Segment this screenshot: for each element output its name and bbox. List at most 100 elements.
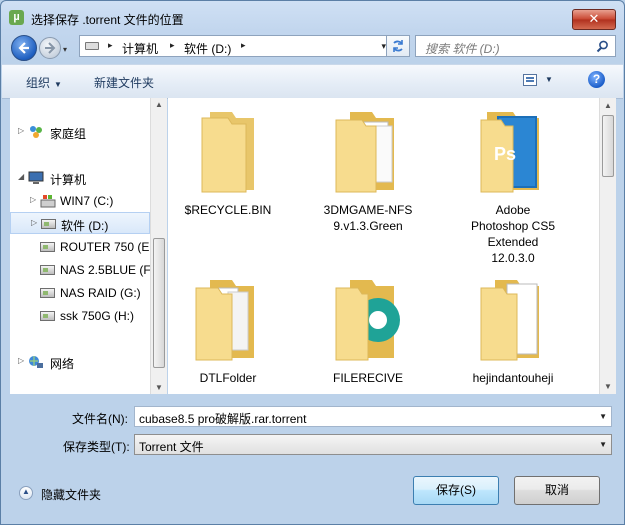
forward-button[interactable] (39, 37, 61, 59)
expand-arrow-icon[interactable]: ▷ (18, 126, 24, 135)
breadcrumb-separator[interactable]: ▸ (241, 40, 246, 51)
navigation-scrollbar[interactable]: ▲ ▼ (150, 98, 167, 394)
new-folder-button[interactable]: 新建文件夹 (94, 74, 154, 91)
expand-arrow-icon[interactable]: ▷ (30, 195, 36, 204)
drive-icon (40, 265, 55, 275)
title-bar: µ 选择保存 .torrent 文件的位置 ✕ (1, 1, 624, 33)
drive-icon (41, 219, 56, 229)
file-label: hejindantouheji (472, 371, 554, 385)
scroll-down-arrow-icon[interactable]: ▼ (155, 383, 163, 392)
windows-drive-icon (40, 195, 56, 208)
nav-label: ssk 750G (H:) (60, 309, 135, 323)
drive-icon (40, 242, 55, 252)
window-title: 选择保存 .torrent 文件的位置 (31, 13, 184, 27)
file-label: Adobe Photoshop CS5 Extended 12.0.3.0 (470, 203, 556, 265)
hide-folders-label: 隐藏文件夹 (41, 488, 102, 502)
drive-icon (40, 311, 55, 321)
nav-label: WIN7 (C:) (60, 194, 114, 208)
file-label: FILERECIVE (332, 371, 404, 385)
breadcrumb-drive-d[interactable]: 软件 (D:) (184, 40, 231, 57)
drive-icon (40, 288, 55, 298)
nav-label: 计算机 (50, 173, 87, 187)
save-button[interactable]: 保存(S) (413, 476, 499, 505)
file-item-filerecive[interactable]: FILERECIVE (303, 266, 433, 394)
scroll-down-arrow-icon[interactable]: ▼ (604, 382, 612, 391)
filetype-label: 保存类型(T): (63, 440, 130, 454)
back-button[interactable] (11, 35, 37, 61)
navigation-pane: ▷ 家庭组 ◢ 计算机 ▷ WIN7 (C:) ▷ 软件 (D:) ROUTER… (10, 98, 150, 394)
file-label: DTLFolder (199, 371, 257, 385)
forward-arrow-icon (45, 42, 56, 54)
folder-icon (201, 112, 254, 193)
breadcrumb-separator[interactable]: ▸ (170, 40, 175, 51)
file-list: $RECYCLE.BIN 3DMGAME-NFS 9.v1.3.Green Ps… (168, 98, 599, 394)
refresh-button[interactable] (386, 35, 410, 57)
file-item-hejindantouheji[interactable]: hejindantouheji (448, 266, 578, 394)
folder-with-documents-icon (195, 280, 254, 361)
breadcrumb-separator[interactable]: ▸ (108, 40, 113, 51)
nav-item-drive-g[interactable]: NAS RAID (G:) (10, 282, 150, 304)
recent-pages-dropdown[interactable]: ▾ (63, 45, 71, 54)
android-folder-icon (335, 280, 400, 361)
nav-item-drive-e[interactable]: ROUTER 750 (E (10, 236, 150, 258)
filetype-value: Torrent 文件 (139, 440, 204, 454)
file-item-dtlfolder[interactable]: DTLFolder (168, 266, 293, 394)
folder-with-documents-icon (480, 280, 539, 361)
navigation-bar: ▾ ▸ 计算机 ▸ 软件 (D:) ▸ ▾ 搜索 软件 (D:) (1, 33, 624, 61)
organize-button[interactable]: 组织 ▼ (26, 74, 62, 91)
nav-item-drive-d[interactable]: ▷ 软件 (D:) (10, 212, 150, 234)
nav-item-computer[interactable]: ◢ 计算机 (10, 167, 150, 189)
file-list-scrollbar[interactable]: ▲ ▼ (599, 98, 616, 394)
filename-dropdown-arrow-icon[interactable]: ▼ (599, 412, 607, 421)
nav-label: 家庭组 (50, 127, 87, 141)
breadcrumb-computer[interactable]: 计算机 (122, 40, 158, 57)
change-view-icon[interactable] (523, 74, 537, 86)
scrollbar-thumb[interactable] (602, 115, 614, 177)
scroll-up-arrow-icon[interactable]: ▲ (155, 100, 163, 109)
file-label: 3DMGAME-NFS 9.v1.3.Green (323, 203, 413, 233)
search-placeholder: 搜索 软件 (D:) (425, 42, 500, 56)
file-item-3dmgame[interactable]: 3DMGAME-NFS 9.v1.3.Green (303, 98, 433, 268)
file-item-adobe-photoshop[interactable]: Ps Adobe Photoshop CS5 Extended 12.0.3.0 (448, 98, 578, 268)
nav-item-drive-f[interactable]: NAS 2.5BLUE (F (10, 259, 150, 281)
nav-label: NAS RAID (G:) (60, 286, 141, 300)
network-icon (29, 356, 43, 368)
computer-icon (28, 171, 44, 184)
filename-label: 文件名(N): (72, 412, 128, 426)
filetype-dropdown-arrow-icon[interactable]: ▼ (599, 440, 607, 449)
nav-item-drive-h[interactable]: ssk 750G (H:) (10, 305, 150, 327)
filename-value: cubase8.5 pro破解版.rar.torrent (139, 412, 307, 426)
save-dialog: µ 选择保存 .torrent 文件的位置 ✕ ▾ ▸ 计算机 ▸ 软件 (D:… (0, 0, 625, 525)
back-arrow-icon (18, 42, 29, 54)
utorrent-app-icon: µ (9, 10, 24, 25)
refresh-icon (393, 40, 403, 52)
collapse-glyph: ▲ (22, 487, 30, 496)
organize-label: 组织 (26, 76, 51, 90)
expand-arrow-icon[interactable]: ▷ (31, 218, 37, 227)
nav-label: ROUTER 750 (E (60, 240, 150, 254)
nav-item-homegroup[interactable]: ▷ 家庭组 (10, 121, 150, 143)
search-box[interactable]: 搜索 软件 (D:) (415, 35, 616, 57)
cancel-button[interactable]: 取消 (514, 476, 600, 505)
collapse-arrow-icon[interactable]: ◢ (18, 172, 24, 181)
scrollbar-thumb[interactable] (153, 238, 165, 368)
help-button[interactable]: ? (588, 71, 605, 88)
filetype-select[interactable]: Torrent 文件 ▼ (134, 434, 612, 455)
scroll-up-arrow-icon[interactable]: ▲ (604, 101, 612, 110)
expand-arrow-icon[interactable]: ▷ (18, 356, 24, 365)
organize-caret-icon: ▼ (54, 80, 62, 89)
nav-item-network[interactable]: ▷ 网络 (10, 351, 150, 373)
nav-label: NAS 2.5BLUE (F (60, 263, 150, 277)
search-icon[interactable] (596, 40, 609, 53)
close-button[interactable]: ✕ (572, 9, 616, 30)
homegroup-icon (30, 126, 42, 138)
folder-with-documents-icon (335, 112, 394, 193)
drive-icon (85, 42, 99, 50)
nav-item-drive-c[interactable]: ▷ WIN7 (C:) (10, 190, 150, 212)
view-options-caret-icon[interactable]: ▼ (545, 75, 553, 84)
file-item-recycle-bin[interactable]: $RECYCLE.BIN (168, 98, 293, 268)
filename-input[interactable]: cubase8.5 pro破解版.rar.torrent ▼ (134, 406, 612, 427)
address-bar[interactable]: ▸ 计算机 ▸ 软件 (D:) ▸ ▾ (79, 35, 409, 57)
collapse-up-icon: ▲ (19, 486, 33, 500)
nav-label: 软件 (D:) (61, 219, 109, 233)
